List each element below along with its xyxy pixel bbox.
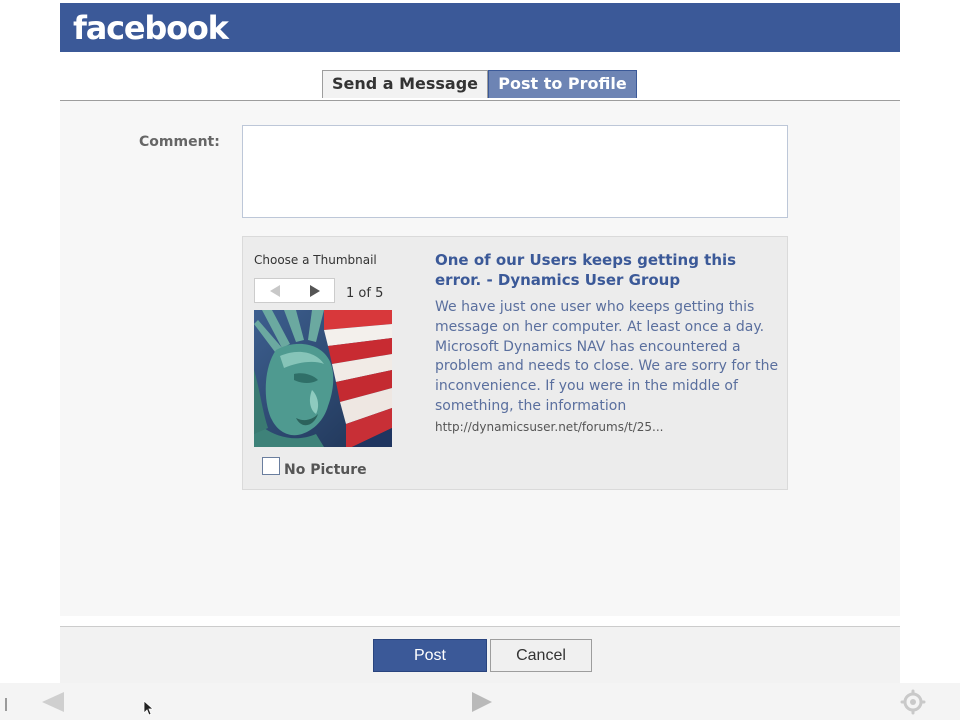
player-play-button[interactable]: [470, 691, 494, 717]
dialog-footer: Post Cancel: [60, 626, 900, 683]
cancel-button[interactable]: Cancel: [490, 639, 592, 672]
gear-icon: [900, 689, 926, 715]
play-icon: [472, 692, 492, 712]
attachment-description: We have just one user who keeps getting …: [435, 299, 779, 414]
comment-input[interactable]: [242, 125, 788, 218]
triangle-left-icon: [270, 285, 280, 297]
player-edge-marker: [5, 698, 7, 711]
mouse-pointer-icon: [143, 700, 155, 720]
tab-strip: Send a Message Post to Profile: [60, 52, 900, 101]
statue-of-liberty-flag-image: [254, 310, 392, 447]
thumbnail-count: 1 of 5: [346, 286, 384, 301]
post-button[interactable]: Post: [373, 639, 487, 672]
attachment-url: http://dynamicsuser.net/forums/t/25...: [435, 420, 664, 434]
triangle-left-icon: [42, 692, 64, 712]
attachment-title-link[interactable]: One of our Users keeps getting this erro…: [435, 250, 775, 290]
previous-thumbnail-button[interactable]: [255, 279, 295, 302]
no-picture-checkbox[interactable]: [262, 457, 280, 475]
comment-label: Comment:: [139, 134, 220, 150]
link-attachment-preview: Choose a Thumbnail 1 of 5 No Picture One…: [242, 236, 788, 490]
thumbnail-navigator: [254, 278, 335, 303]
no-picture-label[interactable]: No Picture: [284, 462, 367, 478]
player-previous-button[interactable]: [40, 691, 66, 717]
choose-thumbnail-label: Choose a Thumbnail: [254, 253, 377, 267]
triangle-right-icon: [310, 285, 320, 297]
facebook-logo[interactable]: facebook: [73, 8, 229, 48]
post-form-panel: Comment: Choose a Thumbnail 1 of 5 No Pi…: [60, 101, 900, 616]
facebook-header: facebook: [60, 3, 900, 52]
tab-send-a-message[interactable]: Send a Message: [322, 70, 488, 98]
tab-post-to-profile[interactable]: Post to Profile: [488, 70, 637, 98]
video-player-controls: [0, 683, 960, 720]
next-thumbnail-button[interactable]: [295, 279, 335, 302]
player-settings-button[interactable]: [900, 689, 926, 719]
